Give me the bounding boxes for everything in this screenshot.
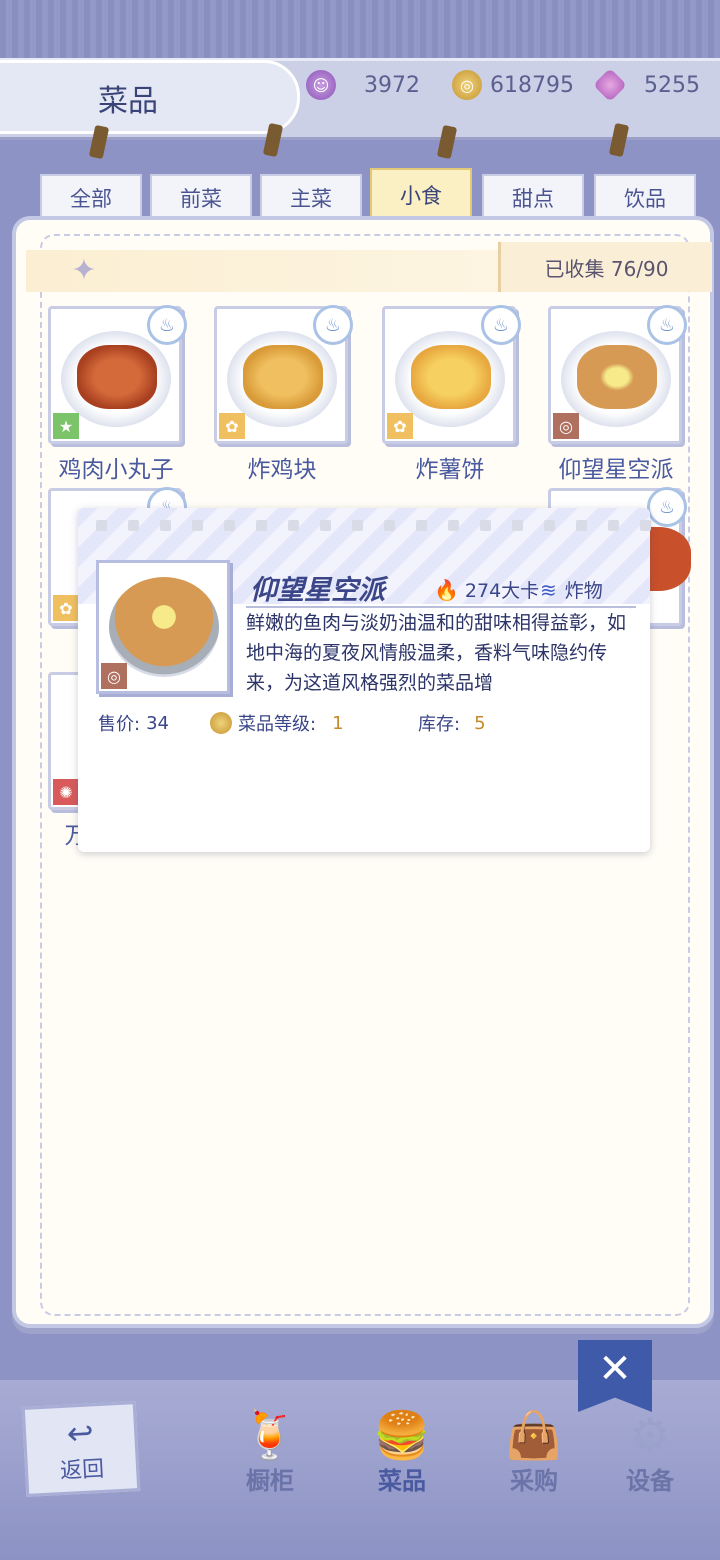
dish-stats: 售价: 34 菜品等级: 1 库存: 5: [98, 710, 618, 740]
fried-chicken-image: [243, 345, 323, 409]
level-label: 菜品等级:: [238, 714, 317, 735]
category-tabs: 全部 前菜 主菜 小食 甜点 饮品: [40, 168, 700, 220]
lantern-badge-icon: ✺: [53, 779, 79, 805]
puzzle-badge-icon: ✿: [53, 595, 79, 621]
puzzle-badge-icon: ✿: [387, 413, 413, 439]
tab-all[interactable]: 全部: [40, 174, 142, 220]
tab-dessert[interactable]: 甜点: [482, 174, 584, 220]
return-arrow-icon: ↩: [65, 1413, 95, 1453]
level-stat: 菜品等级: 1: [210, 710, 344, 736]
price-value: 34: [146, 712, 169, 734]
stock-stat: 库存: 5: [418, 710, 486, 736]
currency-purple: ☺ 3972: [306, 68, 420, 102]
stock-label: 库存:: [418, 714, 461, 735]
top-background: [0, 0, 720, 60]
dish-card[interactable]: ♨ ✿: [214, 305, 353, 444]
back-button[interactable]: ↩ 返回: [21, 1401, 141, 1497]
currency-value: 5255: [644, 72, 700, 98]
shopping-bag-icon: 👜: [505, 1408, 563, 1462]
cooking-pot-icon: ♨: [647, 487, 687, 527]
notebook-holes: [96, 520, 651, 531]
page-title: 菜品: [98, 84, 158, 119]
dish-name: 仰望星空派: [558, 457, 674, 483]
dish-detail-popup: ◎ 仰望星空派 🔥 274大卡 ≋ 炸物 鲜嫩的鱼肉与淡奶油温和的甜味相得益彰，…: [78, 508, 651, 852]
currency-diamond[interactable]: 5255: [593, 68, 700, 102]
cabinet-icon: 🍹: [241, 1408, 299, 1462]
nav-cabinet[interactable]: 🍹 橱柜: [220, 1400, 320, 1496]
back-label: 返回: [59, 1456, 105, 1485]
star-pie-image: [577, 345, 657, 409]
meatball-skewer-image: [77, 345, 157, 409]
currency-value: 3972: [364, 72, 420, 98]
calories: 🔥 274大卡: [434, 576, 539, 603]
cooking-pot-icon: ♨: [481, 305, 521, 345]
dish-name: 鸡肉小丸子: [58, 457, 174, 483]
stock-value: 5: [474, 712, 486, 734]
snail-badge-icon: ◎: [553, 413, 579, 439]
dish-type: ≋ 炸物: [540, 576, 603, 603]
currency-value: 618795: [490, 72, 574, 98]
mixer-icon: ⚙: [629, 1408, 671, 1462]
diamond-plus-icon[interactable]: [593, 68, 627, 102]
flame-icon: 🔥: [434, 577, 459, 602]
star-badge-icon: ★: [53, 413, 79, 439]
star-pie-image: [109, 577, 219, 677]
price-label: 售价:: [98, 714, 141, 735]
dish-name: 炸薯饼: [415, 457, 485, 483]
potato-smiley-image: [411, 345, 491, 409]
nav-label: 橱柜: [246, 1467, 294, 1495]
gold-coin-icon: ◎: [452, 70, 482, 100]
price-stat: 售价: 34: [98, 710, 169, 736]
nav-dishes[interactable]: 🍔 菜品: [352, 1400, 452, 1496]
tab-main[interactable]: 主菜: [260, 174, 362, 220]
cooking-pot-icon: ♨: [147, 305, 187, 345]
dish-card[interactable]: ♨ ★: [48, 305, 187, 444]
dish-type-label: 炸物: [564, 580, 603, 602]
coin-icon: [210, 712, 232, 734]
snail-badge-icon: ◎: [101, 663, 127, 689]
fried-food-icon: ≋: [540, 577, 557, 602]
dish-card[interactable]: ♨ ✿: [382, 305, 521, 444]
dish-image-frame: ◎: [96, 560, 230, 694]
nav-purchase[interactable]: 👜 采购: [484, 1400, 584, 1496]
nav-label: 设备: [626, 1467, 674, 1495]
puzzle-badge-icon: ✿: [219, 413, 245, 439]
cooking-pot-icon: ♨: [313, 305, 353, 345]
tab-drink[interactable]: 饮品: [594, 174, 696, 220]
dish-card[interactable]: ♨ ◎: [548, 305, 687, 444]
level-value: 1: [332, 712, 344, 734]
tab-snack[interactable]: 小食: [370, 168, 472, 220]
star-decoration-icon: ✦: [71, 253, 97, 288]
cooking-pot-icon: ♨: [647, 305, 687, 345]
burger-icon: 🍔: [373, 1408, 431, 1462]
tab-appetizer[interactable]: 前菜: [150, 174, 252, 220]
dish-name: 炸鸡块: [247, 457, 317, 483]
currency-gold: ◎ 618795: [452, 68, 574, 102]
dish-description: 鲜嫩的鱼肉与淡奶油温和的甜味相得益彰，如地中海的夏夜风情般温柔，香料气味隐约传来…: [246, 612, 627, 694]
nav-label: 菜品: [378, 1467, 426, 1495]
purple-gem-icon: ☺: [306, 70, 336, 100]
popup-dish-name: 仰望星空派: [250, 575, 385, 606]
collection-count: 已收集 76/90: [498, 242, 712, 292]
nav-equipment[interactable]: ⚙ 设备: [600, 1400, 700, 1496]
calories-value: 274大卡: [464, 580, 540, 602]
nav-label: 采购: [510, 1467, 558, 1495]
